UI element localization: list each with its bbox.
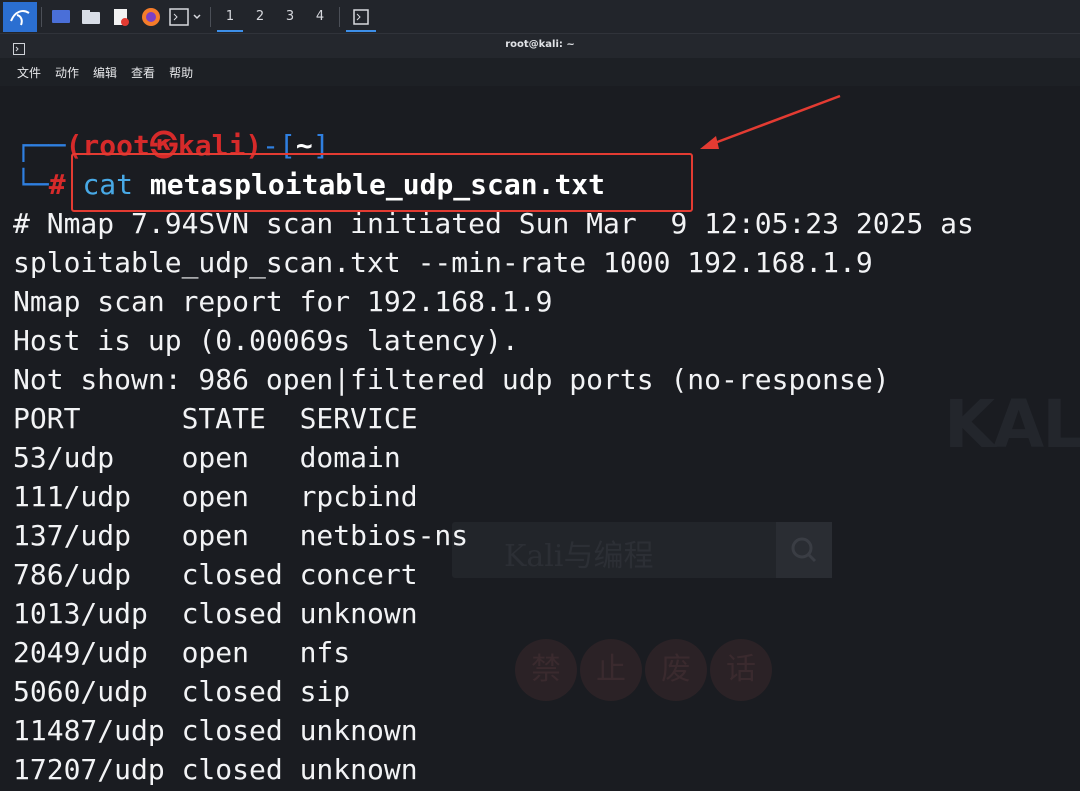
terminal-icon[interactable] — [166, 0, 206, 33]
window-titlebar[interactable]: root@kali: ~ — [0, 33, 1080, 59]
menu-help[interactable]: 帮助 — [169, 64, 193, 81]
file-manager-icon[interactable] — [76, 0, 106, 33]
workspace-4[interactable]: 4 — [305, 0, 335, 33]
panel-separator — [210, 6, 211, 27]
menu-edit[interactable]: 编辑 — [93, 64, 117, 81]
annotation-arrow-icon — [700, 94, 841, 149]
menu-action[interactable]: 动作 — [55, 64, 79, 81]
menu-bar: 文件 动作 编辑 查看 帮助 — [0, 58, 1080, 86]
terminal-task-icon[interactable] — [344, 0, 378, 33]
panel-separator — [41, 6, 42, 27]
desktop-icon[interactable] — [46, 0, 76, 33]
kali-menu-icon[interactable] — [3, 1, 37, 32]
text-editor-icon[interactable] — [106, 0, 136, 33]
menu-file[interactable]: 文件 — [17, 64, 41, 81]
workspace-2[interactable]: 2 — [245, 0, 275, 33]
terminal-body[interactable]: KALI Kali与编程 禁 止 废 话 ┌──(root㉿kali)-[~] … — [0, 86, 1080, 791]
panel-separator — [339, 6, 340, 27]
workspace-1[interactable]: 1 — [215, 0, 245, 33]
firefox-icon[interactable] — [136, 0, 166, 33]
top-panel: 1 2 3 4 — [0, 0, 1080, 33]
workspace-3[interactable]: 3 — [275, 0, 305, 33]
window-title: root@kali: ~ — [505, 39, 575, 50]
menu-view[interactable]: 查看 — [131, 64, 155, 81]
